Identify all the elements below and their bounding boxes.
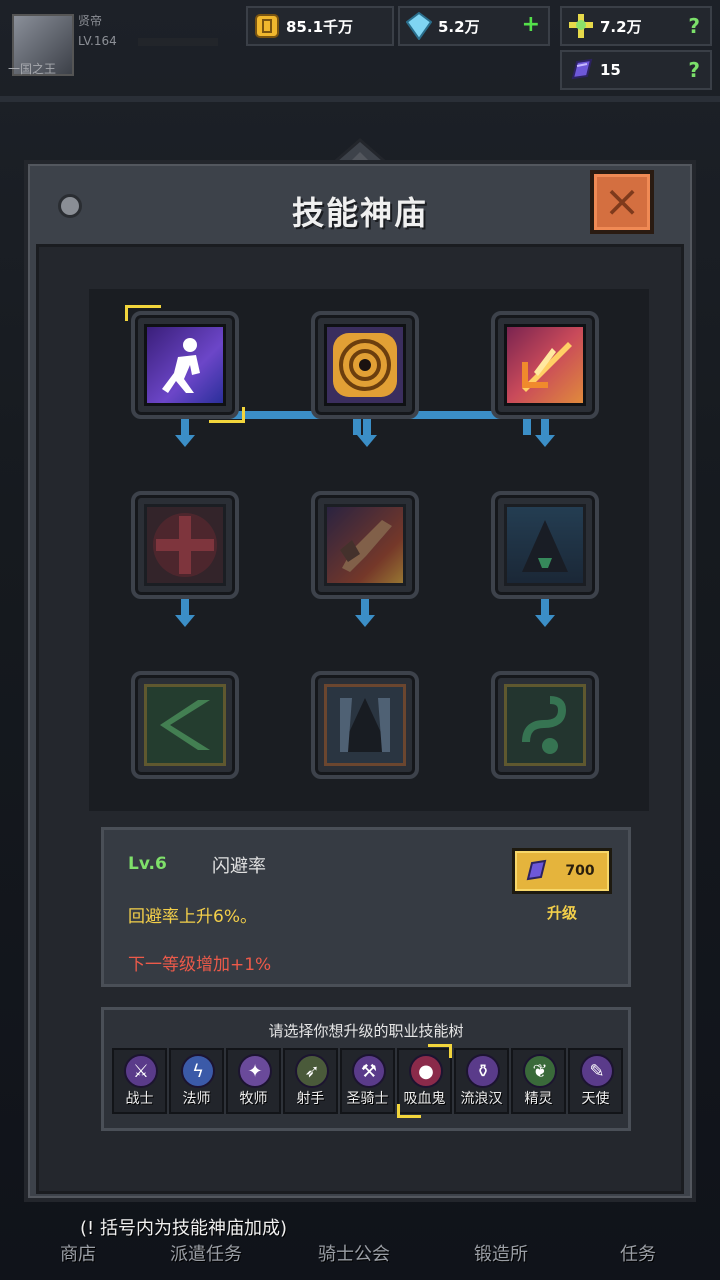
diamond-icon — [404, 11, 434, 41]
selection-corner — [209, 407, 245, 423]
skill-wind[interactable] — [131, 671, 239, 779]
arrow-down-icon — [535, 615, 555, 627]
background-divider — [0, 96, 720, 102]
leaf-icon: ❦ — [523, 1054, 557, 1088]
blood-icon: ● — [409, 1054, 443, 1088]
feather-icon: ✎ — [580, 1054, 614, 1088]
bottle-icon: ⚱ — [466, 1054, 500, 1088]
arrow-down-icon — [355, 615, 375, 627]
gold-value: 85.1千万 — [286, 17, 354, 36]
axe-icon: ⚒ — [352, 1054, 386, 1088]
skill-hammer[interactable] — [311, 491, 419, 599]
bottom-nav: 商店 派遣任务 骑士公会 锻造所 任务 — [0, 1228, 720, 1280]
skill-serpent[interactable] — [491, 671, 599, 779]
crystal-icon — [566, 55, 596, 85]
class-tab-elf[interactable]: ❦ 精灵 — [511, 1048, 566, 1114]
arrow-down-icon — [535, 435, 555, 447]
nav-quests[interactable]: 任务 — [620, 1240, 656, 1266]
nav-shop[interactable]: 商店 — [60, 1240, 96, 1266]
player-profile[interactable]: 贤帝 LV.164 一国之王 — [8, 8, 220, 76]
crystal-counter: 15 ? — [560, 50, 712, 90]
cross-counter: 7.2万 ? — [560, 6, 712, 46]
class-label: 天使 — [581, 1091, 610, 1107]
target-skill-icon — [324, 324, 406, 406]
skill-next-level: 下一等级增加+1% — [128, 955, 272, 975]
skill-slash[interactable] — [491, 311, 599, 419]
class-list: ⚔ 战士 ϟ 法师 ✦ 牧师 ➶ 射手 ⚒ 圣骑士 ● 吸血鬼 ⚱ 流浪汉 ❦ … — [112, 1044, 623, 1118]
nav-guild[interactable]: 骑士公会 — [318, 1240, 390, 1266]
gold-counter: 85.1千万 — [246, 6, 394, 46]
player-title: 一国之王 — [8, 62, 57, 76]
player-name: 贤帝 — [78, 14, 103, 28]
skill-level: Lv.6 — [128, 854, 167, 874]
skill-heal-cross[interactable] — [131, 491, 239, 599]
wind-skill-icon — [144, 684, 226, 766]
class-label: 射手 — [296, 1091, 325, 1107]
class-tab-vampire[interactable]: ● 吸血鬼 — [397, 1044, 452, 1118]
bow-icon: ➶ — [295, 1054, 329, 1088]
cross-value: 7.2万 — [600, 17, 642, 36]
skill-dodge[interactable] — [131, 311, 239, 419]
arrow-down-icon — [175, 435, 195, 447]
skill-info-box: Lv.6 闪避率 回避率上升6%。 下一等级增加+1% 700 升级 — [101, 827, 631, 987]
class-tab-angel[interactable]: ✎ 天使 — [568, 1048, 623, 1114]
exp-bar — [138, 38, 218, 46]
upgrade-cost: 700 — [565, 863, 595, 879]
lightning-icon: ϟ — [181, 1054, 215, 1088]
class-tab-priest[interactable]: ✦ 牧师 — [226, 1048, 281, 1114]
dodge-skill-icon — [144, 324, 226, 406]
class-tab-paladin[interactable]: ⚒ 圣骑士 — [340, 1048, 395, 1114]
crystal-help-button[interactable]: ? — [688, 58, 700, 82]
nav-dispatch[interactable]: 派遣任务 — [170, 1240, 242, 1266]
class-selector: 请选择你想升级的职业技能树 ⚔ 战士 ϟ 法师 ✦ 牧师 ➶ 射手 ⚒ 圣骑士 … — [101, 1007, 631, 1131]
class-label: 法师 — [182, 1091, 211, 1107]
crystal-icon — [521, 856, 551, 886]
class-tab-archer[interactable]: ➶ 射手 — [283, 1048, 338, 1114]
serpent-skill-icon — [504, 684, 586, 766]
diamond-value: 5.2万 — [438, 17, 480, 36]
sword-icon: ⚔ — [124, 1054, 158, 1088]
skill-name: 闪避率 — [212, 856, 266, 877]
shadow-cloak-skill-icon — [504, 504, 586, 586]
slash-skill-icon — [504, 324, 586, 406]
hammer-skill-icon — [324, 504, 406, 586]
cross-help-button[interactable]: ? — [688, 14, 700, 38]
gold-coin-icon — [252, 11, 282, 41]
crystal-value: 15 — [600, 61, 621, 79]
skill-temple-panel: 技能神庙 × Lv.6 闪避率 回避率上升6%。 下一等级增加+1% 700 升… — [24, 160, 696, 1202]
close-button[interactable]: × — [590, 170, 654, 234]
arrow-down-icon — [175, 615, 195, 627]
class-label: 圣骑士 — [346, 1091, 389, 1107]
class-prompt: 请选择你想升级的职业技能树 — [268, 1022, 464, 1040]
class-label: 流浪汉 — [460, 1091, 503, 1107]
skill-target[interactable] — [311, 311, 419, 419]
holy-cross-icon — [566, 11, 596, 41]
panel-content: Lv.6 闪避率 回避率上升6%。 下一等级增加+1% 700 升级 请选择你想… — [36, 244, 684, 1194]
skill-shadow-cloak[interactable] — [491, 491, 599, 599]
class-label: 战士 — [125, 1091, 154, 1107]
skill-description: 回避率上升6%。 — [128, 907, 257, 927]
player-level: LV.164 — [78, 34, 117, 48]
upgrade-button[interactable]: 700 — [512, 848, 612, 894]
nav-forge[interactable]: 锻造所 — [474, 1240, 528, 1266]
arrow-down-icon — [357, 435, 377, 447]
upgrade-label: 升级 — [546, 904, 577, 922]
staff-icon: ✦ — [238, 1054, 272, 1088]
close-icon: × — [603, 176, 641, 227]
class-tab-vagrant[interactable]: ⚱ 流浪汉 — [454, 1048, 509, 1114]
class-tab-mage[interactable]: ϟ 法师 — [169, 1048, 224, 1114]
add-diamond-button[interactable]: + — [522, 12, 540, 37]
class-label: 牧师 — [239, 1091, 268, 1107]
class-tab-warrior[interactable]: ⚔ 战士 — [112, 1048, 167, 1114]
selection-corner — [397, 1104, 421, 1118]
selection-corner — [125, 305, 161, 321]
skill-dark-hood[interactable] — [311, 671, 419, 779]
heal-cross-skill-icon — [144, 504, 226, 586]
diamond-counter: 5.2万 + — [398, 6, 550, 46]
dark-hood-skill-icon — [324, 684, 406, 766]
selection-corner — [428, 1044, 452, 1058]
class-label: 精灵 — [524, 1091, 553, 1107]
panel-header: 技能神庙 × — [28, 164, 692, 244]
skill-tree — [89, 289, 649, 811]
